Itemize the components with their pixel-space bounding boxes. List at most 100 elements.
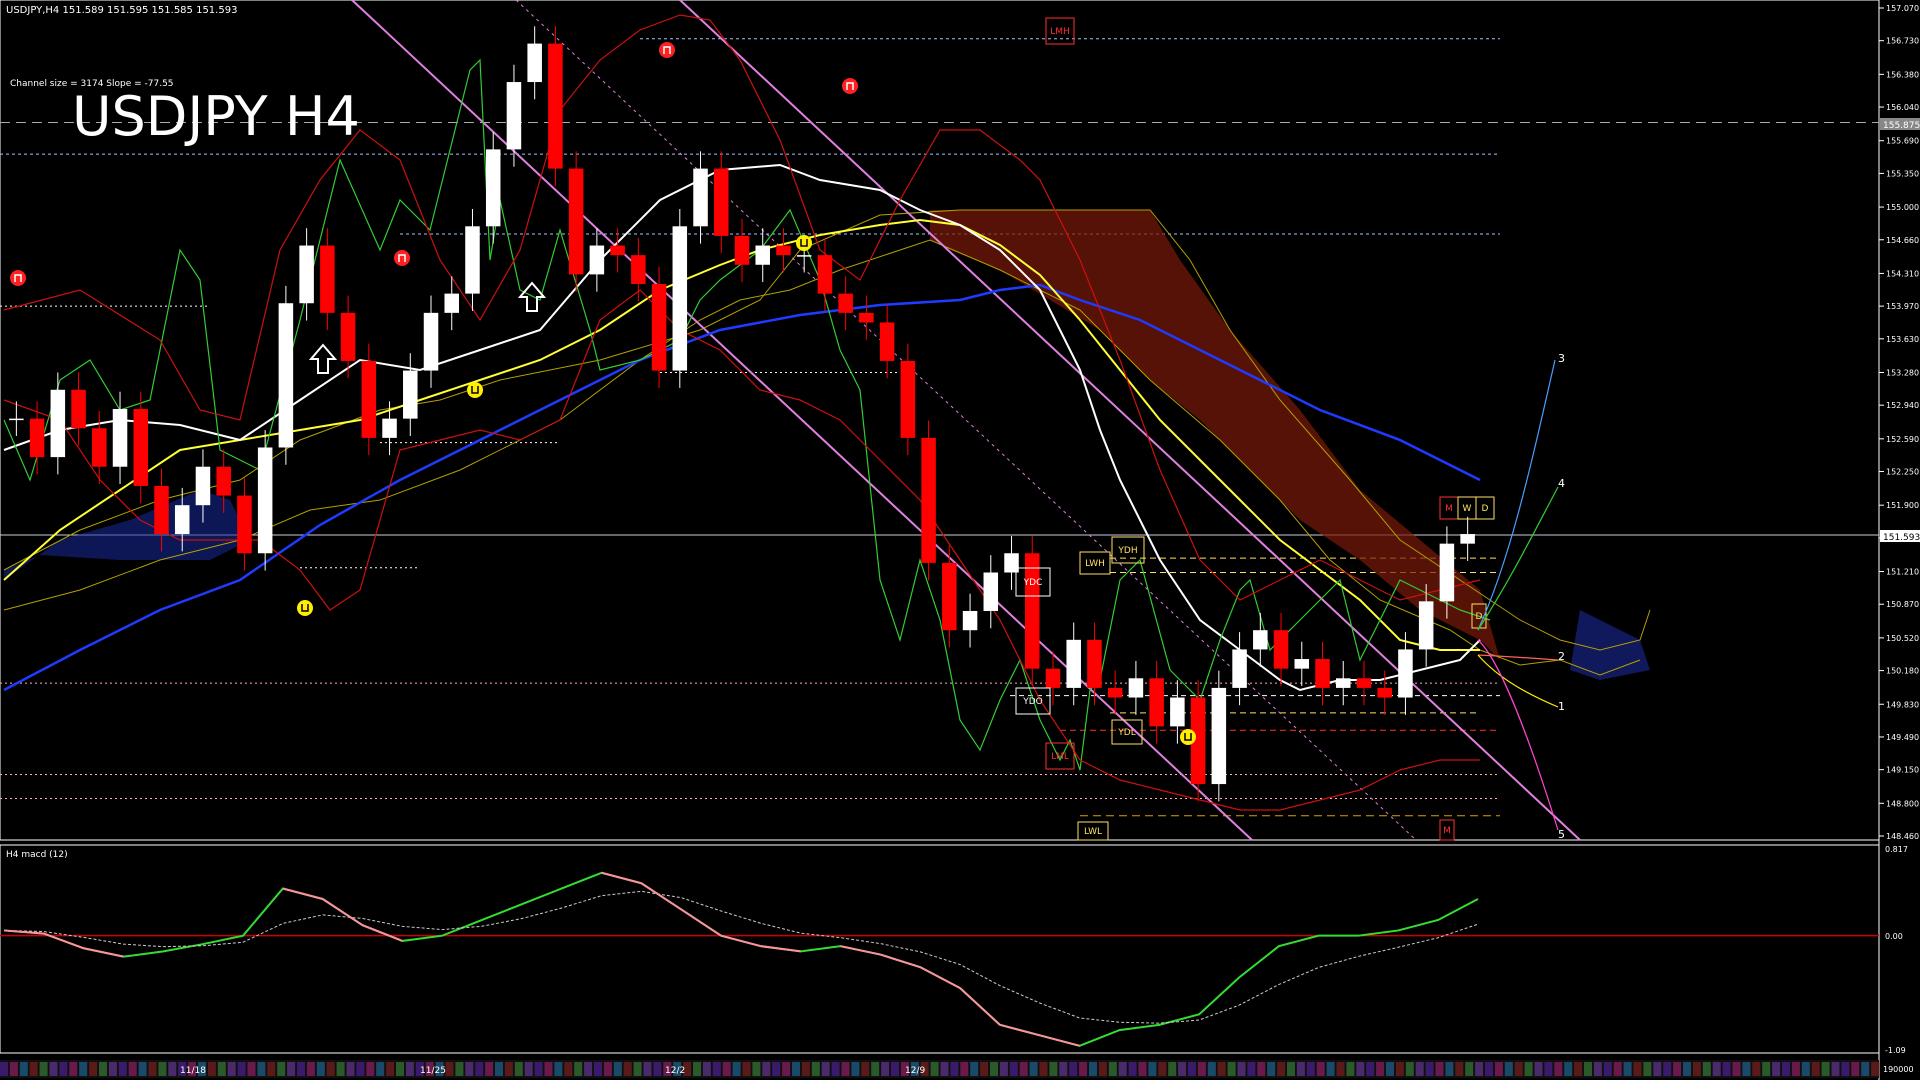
level-box-label: M (1443, 826, 1451, 836)
candle-body (714, 168, 729, 236)
candle-body (1087, 639, 1102, 688)
volume-block (1722, 1062, 1731, 1076)
volume-block (1395, 1062, 1404, 1076)
volume-block (1138, 1062, 1147, 1076)
volume-block (316, 1062, 325, 1076)
candle-body (112, 409, 128, 467)
volume-block (762, 1062, 771, 1076)
volume-block (584, 1062, 593, 1076)
volume-block (1277, 1062, 1286, 1076)
candle-body (589, 245, 605, 275)
volume-block (356, 1062, 365, 1076)
candle-body (1356, 678, 1372, 688)
volume-block (79, 1062, 88, 1076)
candle-body (755, 245, 770, 265)
volume-block (1415, 1062, 1424, 1076)
level-box-label: D (1482, 504, 1489, 514)
candle-body (299, 245, 314, 304)
volume-block (1811, 1062, 1820, 1076)
volume-block (1524, 1062, 1533, 1076)
macd-title: H4 macd (12) (6, 850, 68, 860)
candle-body (942, 562, 957, 631)
volume-block (29, 1062, 38, 1076)
volume-block (1861, 1062, 1870, 1076)
volume-block (1168, 1062, 1177, 1076)
volume-block (1554, 1062, 1563, 1076)
candle-body (506, 82, 522, 150)
volume-block (1762, 1062, 1771, 1076)
candle-body (983, 572, 999, 611)
candle-body (1315, 659, 1330, 688)
volume-block (1851, 1062, 1860, 1076)
volume-block (623, 1062, 632, 1076)
volume-block (1475, 1062, 1484, 1076)
candle-body (216, 466, 231, 496)
volume-block (891, 1062, 899, 1076)
fractal-up-marker (659, 42, 675, 58)
price-tick-label: 153.630 (1886, 335, 1919, 344)
volume-block (1732, 1062, 1741, 1076)
volume-block (1692, 1062, 1701, 1076)
volume-block (1306, 1062, 1315, 1076)
time-label-1: 11/18 (180, 1066, 206, 1076)
chart-title: USDJPY H4 (72, 85, 360, 148)
candle-body (900, 360, 916, 438)
volume-block (1772, 1062, 1781, 1076)
volume-block (1485, 1062, 1493, 1076)
volume-block (712, 1062, 721, 1076)
volume-block (1752, 1062, 1761, 1076)
candle-body (1211, 687, 1227, 785)
volume-block (19, 1062, 28, 1076)
level-box-label: W (1463, 504, 1472, 514)
volume-block (69, 1062, 78, 1076)
candle-body (403, 370, 418, 419)
volume-block (1494, 1062, 1503, 1076)
price-tick-label: 154.310 (1886, 269, 1919, 278)
volume-block (554, 1062, 563, 1076)
time-label-4: 12/9 (905, 1066, 925, 1076)
price-tick-label: 148.800 (1886, 799, 1919, 808)
volume-block (1326, 1062, 1335, 1076)
volume-block (1593, 1062, 1602, 1076)
volume-block (1128, 1062, 1137, 1076)
volume-block (1445, 1062, 1454, 1076)
macd-tick-top: 0.817 (1885, 845, 1908, 854)
forecast-label: 4 (1558, 477, 1565, 490)
candle-body (320, 245, 335, 313)
volume-block (0, 1062, 8, 1076)
macd-tick-zero: 0.00 (1885, 932, 1903, 941)
current-price-marker: 151.593 155.875 (1880, 118, 1920, 543)
candle-body (382, 418, 397, 438)
fractal-down-marker (796, 235, 812, 251)
price-tick-label: 150.520 (1886, 634, 1919, 643)
level-box-label: LWH (1085, 559, 1105, 569)
volume-block (1702, 1062, 1711, 1076)
forecast-label: 5 (1558, 828, 1565, 841)
volume-block (524, 1062, 533, 1076)
volume-block (1623, 1062, 1632, 1076)
candle-body (879, 322, 895, 361)
price-tick-label: 149.830 (1886, 700, 1919, 709)
candle-body (174, 505, 190, 535)
volume-block (366, 1062, 375, 1076)
candle-body (527, 43, 542, 83)
candle-body (1439, 543, 1455, 602)
volume-block (970, 1062, 979, 1076)
volume-block (1098, 1062, 1107, 1076)
volume-block (49, 1062, 58, 1076)
volume-block (1534, 1062, 1543, 1076)
candle-body (1004, 553, 1019, 573)
volume-block (297, 1062, 305, 1076)
volume-block (1742, 1062, 1751, 1076)
candle-body (651, 284, 667, 371)
candle-body (444, 293, 460, 313)
candle-body (133, 409, 149, 486)
fractal-up-marker (10, 270, 26, 286)
volume-block (336, 1062, 345, 1076)
volume-block (742, 1062, 751, 1076)
volume-block (247, 1062, 256, 1076)
volume-block (1217, 1062, 1226, 1076)
level-box-label: YDO (1022, 697, 1043, 707)
price-tick-label: 155.690 (1886, 137, 1919, 146)
volume-block (257, 1062, 266, 1076)
